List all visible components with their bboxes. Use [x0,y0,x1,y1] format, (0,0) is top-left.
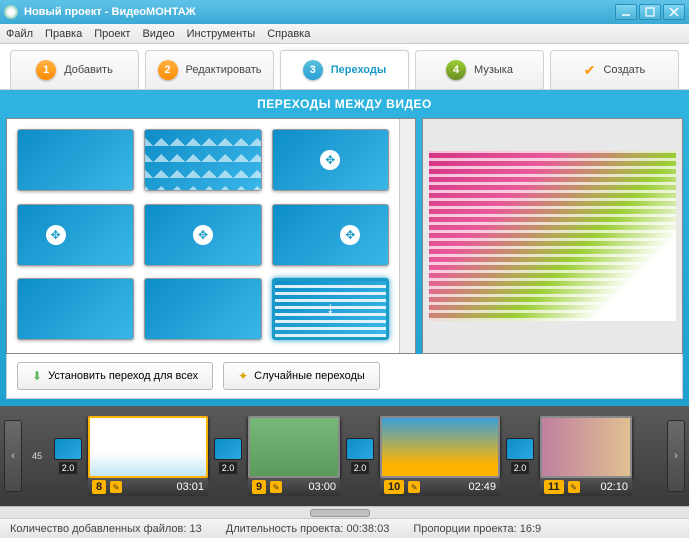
minimize-button[interactable] [615,4,637,20]
button-row: ⬇ Установить переход для всех ✦ Случайны… [6,354,683,399]
timeline-transition[interactable]: 2.0 [52,438,84,474]
timeline-clip[interactable]: 9 ✎ 03:00 [248,416,340,496]
menu-bar: Файл Правка Проект Видео Инструменты Спр… [0,24,689,44]
timeline-clip[interactable]: 10 ✎ 02:49 [380,416,500,496]
tab-number-icon: 2 [158,60,178,80]
download-arrow-icon: ⬇ [32,369,42,383]
timeline: ‹ 45 2.0 8 ✎ 03:01 2.0 9 ✎ 03:00 2.0 10 ✎ 02:4… [0,406,689,506]
tab-number-icon: 1 [36,60,56,80]
checkmark-icon: ✔ [584,62,596,79]
edit-icon[interactable]: ✎ [568,481,580,493]
menu-edit[interactable]: Правка [45,28,82,40]
scrollbar-horizontal[interactable] [0,506,689,518]
tab-create[interactable]: ✔ Создать [550,50,679,89]
transition-wipe-down[interactable] [17,278,134,340]
workflow-tabs: 1 Добавить 2 Редактировать 3 Переходы 4 … [0,44,689,90]
transition-blinds-vertical[interactable]: ↓ [272,278,389,340]
status-aspect-label: Пропорции проекта: [413,523,516,535]
transition-thumb-icon [506,438,534,460]
timeline-next-button[interactable]: › [667,420,685,492]
section-title: ПЕРЕХОДЫ МЕЖДУ ВИДЕО [0,90,689,118]
transition-circle-center[interactable]: ✥ [144,204,261,266]
preview-viewport [429,151,676,321]
status-duration-value: 00:38:03 [347,523,390,535]
transition-wipe-diag[interactable] [144,278,261,340]
edit-icon[interactable]: ✎ [110,481,122,493]
clip-thumbnail [540,416,632,478]
transition-fade[interactable] [17,129,134,191]
status-files-value: 13 [190,523,202,535]
transition-circle-right[interactable]: ✥ [272,204,389,266]
status-files-label: Количество добавленных файлов: [10,523,186,535]
status-duration-label: Длительность проекта: [226,523,344,535]
scrollbar-vertical[interactable] [399,119,415,353]
transition-thumb-icon [54,438,82,460]
menu-video[interactable]: Видео [142,28,174,40]
content-area: ПЕРЕХОДЫ МЕЖДУ ВИДЕО ✥ ✥ ✥ ✥ ↓ ⬇ Установ… [0,90,689,406]
tab-label: Переходы [331,64,387,76]
timeline-transition[interactable]: 2.0 [344,438,376,474]
timeline-transition[interactable]: 2.0 [504,438,536,474]
clip-thumbnail [380,416,500,478]
timeline-prev-button[interactable]: ‹ [4,420,22,492]
transition-thumb-icon [346,438,374,460]
transition-circle-out[interactable]: ✥ [272,129,389,191]
transition-duration: 2.0 [511,462,530,474]
tab-number-icon: 3 [303,60,323,80]
transition-duration: 2.0 [219,462,238,474]
transitions-panel: ✥ ✥ ✥ ✥ ↓ [6,118,416,354]
status-bar: Количество добавленных файлов: 13 Длител… [0,518,689,538]
clip-duration: 03:01 [176,481,204,493]
transition-checker[interactable] [144,129,261,191]
close-button[interactable] [663,4,685,20]
menu-file[interactable]: Файл [6,28,33,40]
app-icon [4,5,18,19]
clip-thumbnail [88,416,208,478]
clip-duration: 03:00 [308,481,336,493]
tab-number-icon: 4 [446,60,466,80]
tab-label: Музыка [474,64,513,76]
window-titlebar: Новый проект - ВидеоМОНТАЖ [0,0,689,24]
timeline-start-index: 45 [32,451,42,461]
menu-help[interactable]: Справка [267,28,310,40]
menu-tools[interactable]: Инструменты [187,28,256,40]
clip-thumbnail [248,416,340,478]
menu-project[interactable]: Проект [94,28,130,40]
clip-index: 8 [92,480,106,494]
clip-duration: 02:10 [600,481,628,493]
apply-to-all-button[interactable]: ⬇ Установить переход для всех [17,362,213,390]
window-title: Новый проект - ВидеоМОНТАЖ [24,6,613,18]
transition-duration: 2.0 [351,462,370,474]
tab-add[interactable]: 1 Добавить [10,50,139,89]
clip-duration: 02:49 [468,481,496,493]
clip-index: 10 [384,480,404,494]
random-transitions-button[interactable]: ✦ Случайные переходы [223,362,380,390]
transition-duration: 2.0 [59,462,78,474]
tab-label: Редактировать [186,64,262,76]
tab-label: Добавить [64,64,113,76]
tab-edit[interactable]: 2 Редактировать [145,50,274,89]
magic-wand-icon: ✦ [238,369,248,383]
timeline-strip[interactable]: 45 2.0 8 ✎ 03:01 2.0 9 ✎ 03:00 2.0 10 ✎ 02:49 [26,416,663,496]
maximize-button[interactable] [639,4,661,20]
transition-thumb-icon [214,438,242,460]
preview-panel [422,118,683,354]
clip-index: 11 [544,480,564,494]
timeline-clip[interactable]: 11 ✎ 02:10 [540,416,632,496]
tab-transitions[interactable]: 3 Переходы [280,50,409,89]
tab-music[interactable]: 4 Музыка [415,50,544,89]
button-label: Случайные переходы [254,370,365,382]
transition-circle-left[interactable]: ✥ [17,204,134,266]
edit-icon[interactable]: ✎ [408,481,420,493]
timeline-transition[interactable]: 2.0 [212,438,244,474]
timeline-clip[interactable]: 8 ✎ 03:01 [88,416,208,496]
tab-label: Создать [603,64,645,76]
edit-icon[interactable]: ✎ [270,481,282,493]
clip-index: 9 [252,480,266,494]
button-label: Установить переход для всех [48,370,198,382]
transitions-grid: ✥ ✥ ✥ ✥ ↓ [7,119,399,353]
status-aspect-value: 16:9 [520,523,541,535]
